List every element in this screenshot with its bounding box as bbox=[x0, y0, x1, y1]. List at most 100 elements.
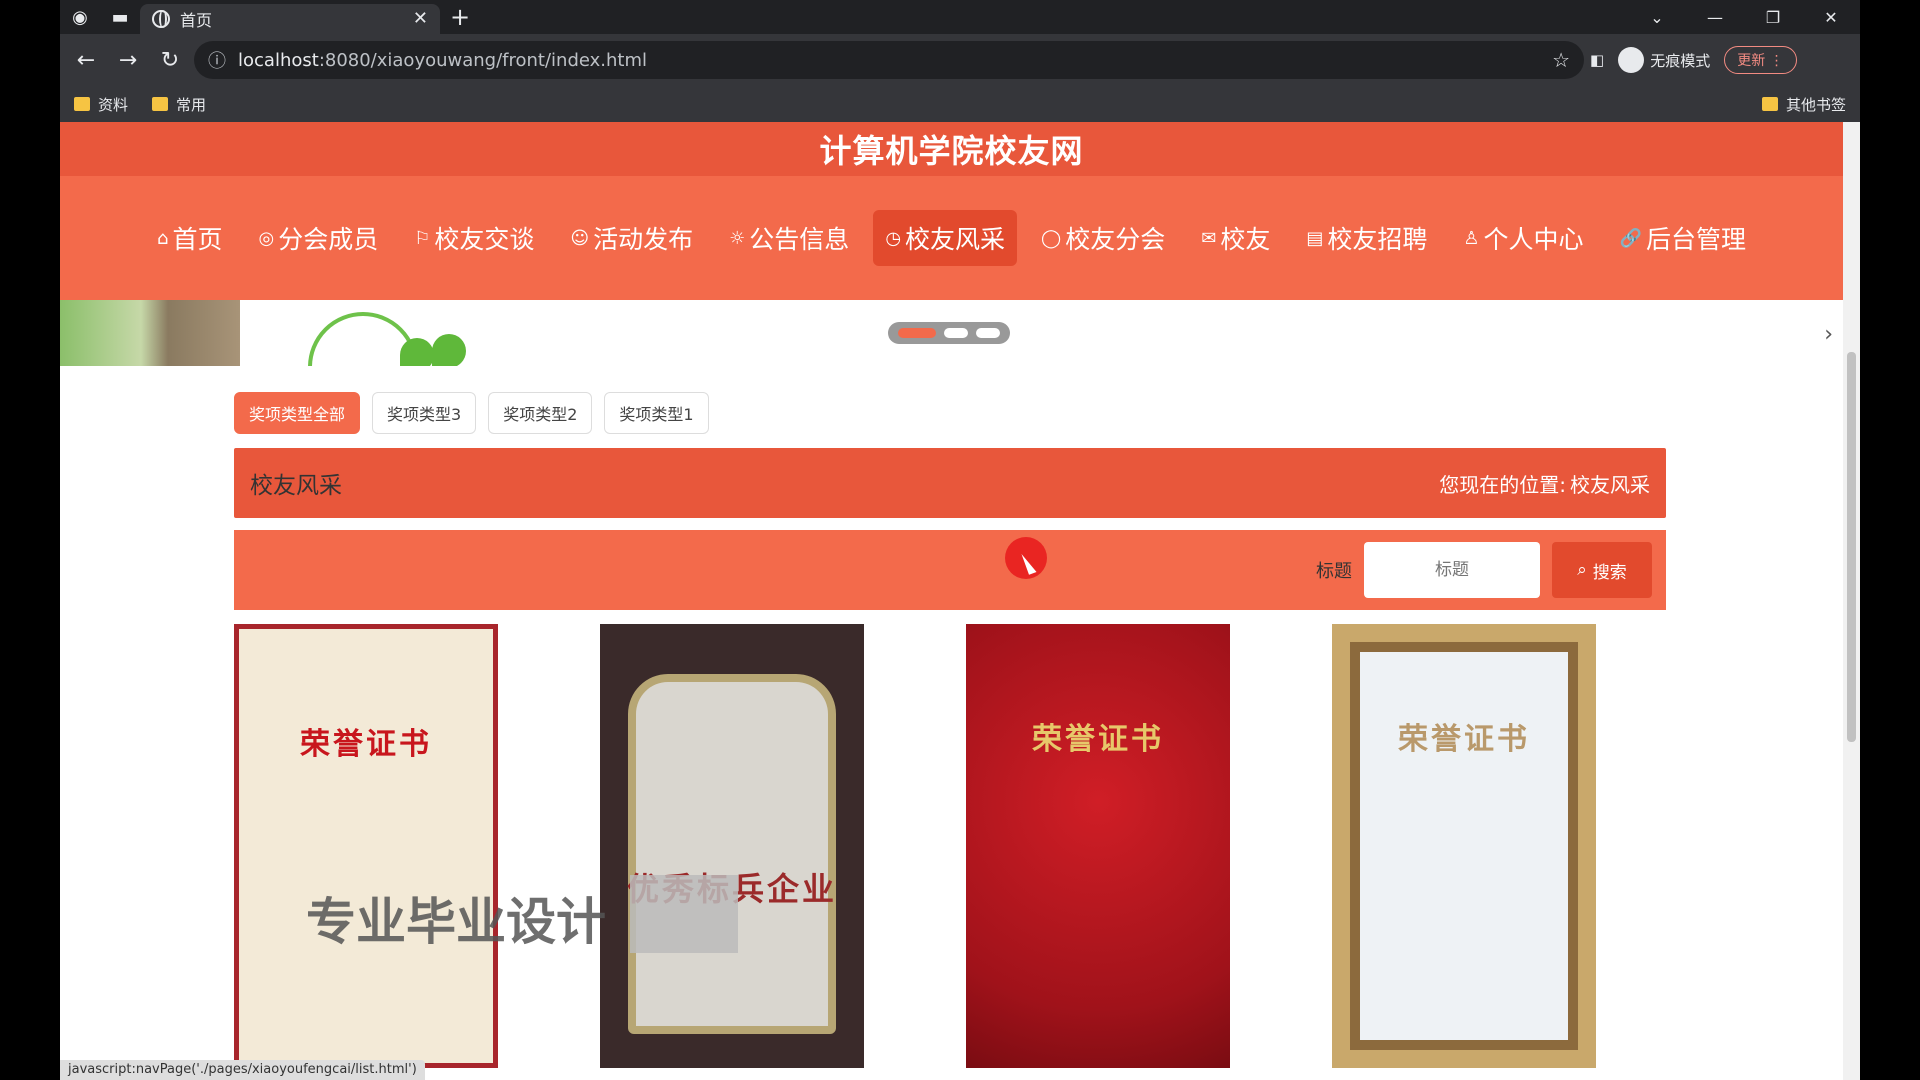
carousel-next-icon[interactable]: › bbox=[1824, 322, 1833, 347]
title-search-input[interactable] bbox=[1364, 542, 1540, 598]
filter-type-1[interactable]: 奖项类型1 bbox=[604, 392, 709, 434]
filter-type-3[interactable]: 奖项类型3 bbox=[372, 392, 477, 434]
activity-icon: ☺ bbox=[570, 227, 590, 249]
alumni-card-grid: 荣誉证书 优秀标兵企业 荣誉证书 荣誉证书 bbox=[234, 624, 1666, 1068]
bookmark-folder-2[interactable]: 常用 bbox=[152, 94, 206, 115]
main-nav: ⌂ 首页 ◎ 分会成员 ⚐ 校友交谈 ☺ 活动发布 ☼ 公告信息 ◷ 校友风采 ◯ 校友分会 … bbox=[60, 176, 1843, 300]
plaque-image bbox=[628, 674, 836, 1034]
search-label: 标题 bbox=[1316, 561, 1352, 582]
tab-search-icon[interactable]: ⌄ bbox=[1628, 0, 1686, 34]
incognito-indicator[interactable]: 无痕模式 bbox=[1618, 47, 1710, 73]
close-tab-icon[interactable]: ✕ bbox=[413, 8, 428, 29]
flag-icon: ⚐ bbox=[414, 227, 431, 249]
certificate-title: 荣誉证书 bbox=[300, 727, 432, 762]
filter-type-2[interactable]: 奖项类型2 bbox=[488, 392, 593, 434]
carousel-dot-3[interactable] bbox=[976, 328, 1000, 338]
globe-icon bbox=[152, 10, 170, 28]
alumni-card[interactable]: 荣誉证书 bbox=[234, 624, 498, 1068]
alumni-card[interactable]: 荣誉证书 bbox=[1332, 624, 1596, 1068]
back-icon[interactable]: ← bbox=[68, 42, 104, 78]
nav-label: 公告信息 bbox=[749, 225, 850, 254]
members-icon: ◎ bbox=[258, 227, 275, 249]
site-title: 计算机学院校友网 bbox=[60, 122, 1843, 176]
carousel-dot-1[interactable] bbox=[898, 328, 936, 338]
filter-all[interactable]: 奖项类型全部 bbox=[234, 392, 361, 434]
banner-carousel[interactable]: › bbox=[60, 300, 1843, 366]
browser-toolbar: ← → ↻ ⓘ localhost:8080/xiaoyouwang/front… bbox=[60, 34, 1860, 86]
clover-decoration bbox=[400, 338, 434, 366]
nav-label: 校友分会 bbox=[1065, 225, 1166, 254]
other-bookmarks[interactable]: 其他书签 bbox=[1761, 94, 1846, 115]
nav-label: 校友交谈 bbox=[434, 225, 535, 254]
award-type-filters: 奖项类型全部 奖项类型3 奖项类型2 奖项类型1 bbox=[234, 392, 709, 434]
other-bookmarks-label: 其他书签 bbox=[1785, 95, 1846, 114]
nav-chat[interactable]: ⚐ 校友交谈 bbox=[402, 210, 546, 266]
side-panel-icon[interactable]: ◧ bbox=[1590, 51, 1604, 69]
status-bar-url: javascript:navPage('./pages/xiaoyoufengc… bbox=[60, 1060, 425, 1080]
frame-image bbox=[1350, 642, 1578, 1050]
browser-window: ◉ ▬ 首页 ✕ + ⌄ — ❐ ✕ ← → ↻ ⓘ localhost:808… bbox=[60, 0, 1860, 1080]
browser-icon[interactable]: ◉ bbox=[60, 0, 100, 34]
nav-branches[interactable]: ◯ 校友分会 bbox=[1029, 210, 1177, 266]
search-button-label: 搜索 bbox=[1592, 562, 1627, 583]
video-watermark: 专业毕业设计 bbox=[306, 893, 606, 951]
circle-icon: ◯ bbox=[1041, 227, 1062, 249]
nav-recruitment[interactable]: ▤ 校友招聘 bbox=[1294, 210, 1439, 266]
bookmark-label: 常用 bbox=[176, 95, 207, 114]
update-label: 更新 bbox=[1737, 53, 1766, 69]
search-button[interactable]: ⌕ 搜索 bbox=[1552, 542, 1652, 598]
location-label: 您现在的位置: bbox=[1439, 472, 1566, 497]
site-header: 计算机学院校友网 ⌂ 首页 ◎ 分会成员 ⚐ 校友交谈 ☺ 活动发布 ☼ 公告信息 ◷ 校友… bbox=[60, 122, 1843, 300]
certificate-title: 荣誉证书 bbox=[1398, 722, 1530, 757]
url-host: localhost bbox=[238, 49, 319, 71]
bookmark-star-icon[interactable]: ☆ bbox=[1552, 48, 1570, 72]
bookmarks-bar: 资料 常用 其他书签 bbox=[60, 86, 1860, 122]
nav-label: 校友招聘 bbox=[1327, 225, 1428, 254]
nav-alumni-style[interactable]: ◷ 校友风采 bbox=[873, 210, 1018, 266]
tab-overview-icon[interactable]: ▬ bbox=[100, 0, 140, 34]
nav-notices[interactable]: ☼ 公告信息 bbox=[717, 210, 861, 266]
nav-label: 校友 bbox=[1220, 225, 1271, 254]
window-controls: ⌄ — ❐ ✕ bbox=[1628, 0, 1860, 34]
nav-alumni[interactable]: ✉ 校友 bbox=[1189, 210, 1282, 266]
page-scrollbar[interactable] bbox=[1843, 122, 1860, 1080]
nav-admin[interactable]: 🔗 后台管理 bbox=[1608, 210, 1758, 266]
reload-icon[interactable]: ↻ bbox=[152, 42, 188, 78]
folder-icon bbox=[74, 97, 90, 111]
alumni-card[interactable]: 荣誉证书 bbox=[966, 624, 1230, 1068]
nav-home[interactable]: ⌂ 首页 bbox=[145, 210, 234, 266]
carousel-indicators bbox=[888, 322, 1010, 344]
toolbar-right: ◧ 无痕模式 更新 ⋮ bbox=[1590, 46, 1797, 74]
banner-image bbox=[60, 300, 240, 366]
home-icon: ⌂ bbox=[157, 227, 169, 249]
location-value[interactable]: 校友风采 bbox=[1570, 469, 1650, 498]
clover-decoration bbox=[432, 334, 466, 366]
close-window-icon[interactable]: ✕ bbox=[1802, 0, 1860, 34]
nav-label: 个人中心 bbox=[1483, 225, 1584, 254]
scrollbar-thumb[interactable] bbox=[1847, 352, 1856, 742]
carousel-dot-2[interactable] bbox=[944, 328, 968, 338]
user-icon: ♙ bbox=[1463, 227, 1480, 249]
site-info-icon[interactable]: ⓘ bbox=[208, 47, 226, 73]
url-path: :8080/xiaoyouwang/front/index.html bbox=[318, 49, 648, 71]
update-button[interactable]: 更新 ⋮ bbox=[1724, 46, 1797, 74]
minimize-icon[interactable]: — bbox=[1686, 0, 1744, 34]
nav-activities[interactable]: ☺ 活动发布 bbox=[558, 210, 705, 266]
restore-icon[interactable]: ❐ bbox=[1744, 0, 1802, 34]
certificate-title: 荣誉证书 bbox=[1032, 722, 1164, 757]
bookmark-folder-1[interactable]: 资料 bbox=[74, 94, 128, 115]
alumni-card[interactable]: 优秀标兵企业 bbox=[600, 624, 864, 1068]
forward-icon[interactable]: → bbox=[110, 42, 146, 78]
nav-label: 后台管理 bbox=[1645, 225, 1746, 254]
nav-personal-center[interactable]: ♙ 个人中心 bbox=[1451, 210, 1595, 266]
document-icon: ▤ bbox=[1306, 227, 1324, 249]
link-icon: 🔗 bbox=[1619, 227, 1642, 249]
address-bar[interactable]: ⓘ localhost:8080/xiaoyouwang/front/index… bbox=[194, 41, 1584, 79]
tab-home[interactable]: 首页 ✕ bbox=[140, 4, 440, 34]
bookmark-label: 资料 bbox=[98, 95, 129, 114]
search-bar: 标题 ⌕搜索 bbox=[234, 530, 1666, 610]
clock-icon: ◷ bbox=[885, 227, 902, 249]
nav-members[interactable]: ◎ 分会成员 bbox=[246, 210, 390, 266]
tab-strip: ◉ ▬ 首页 ✕ + ⌄ — ❐ ✕ bbox=[60, 0, 1860, 34]
new-tab-button[interactable]: + bbox=[440, 0, 480, 34]
